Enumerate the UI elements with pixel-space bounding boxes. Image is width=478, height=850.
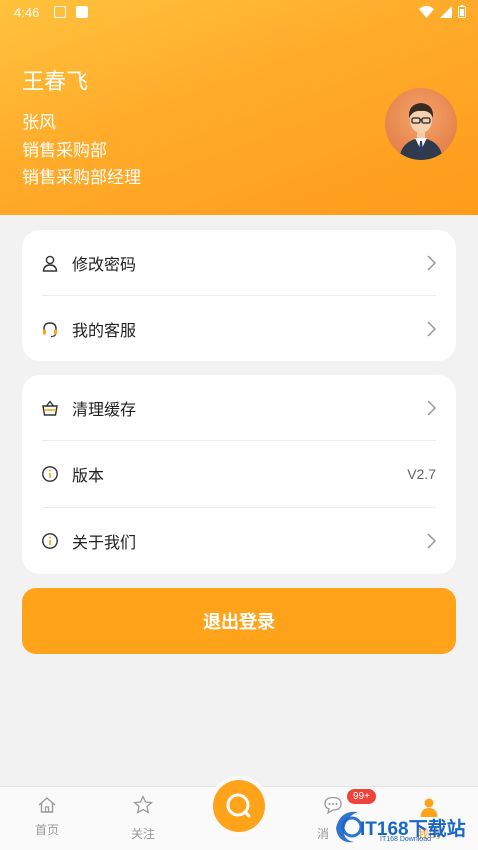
headset-icon [40,319,60,339]
profile-name: 王春飞 [22,70,89,95]
version-value: V2.7 [407,466,436,482]
menu-item-label: 关于我们 [72,533,137,552]
tab-home[interactable]: 首页 [12,787,82,850]
tab-follow[interactable]: 关注 [108,787,178,850]
menu-item-about-us[interactable]: 关于我们 [22,508,456,574]
avatar[interactable] [385,88,457,160]
menu-item-clear-cache[interactable]: 清理缓存 [22,375,456,441]
basket-icon [40,398,60,418]
search-icon [226,793,251,818]
status-bar: 4:46 [0,0,478,26]
businessman-avatar-icon [399,103,443,160]
profile-department: 销售采购部 [22,141,107,161]
person-icon [40,253,60,273]
tab-label: 关注 [130,827,155,841]
chevron-right-icon [427,321,437,337]
logout-button[interactable]: 退出登录 [22,588,456,654]
info-icon [40,464,60,484]
status-right [419,5,466,18]
menu-item-label: 修改密码 [72,255,137,274]
chevron-right-icon [427,255,437,271]
menu-item-version[interactable]: 版本 V2.7 [22,441,456,507]
watermark: IT168下载站 IT168 Download [332,800,478,850]
home-icon [38,797,56,813]
menu-item-change-password[interactable]: 修改密码 [22,230,456,296]
chevron-right-icon [427,533,437,549]
menu-item-label: 版本 [72,466,105,485]
wifi-icon [419,5,434,18]
info-icon [40,531,60,551]
gallery-icon [54,6,66,18]
settings-menu-card: 清理缓存 版本 V2.7 关于我们 [22,375,456,574]
center-search-button[interactable] [213,780,265,832]
signal-icon [440,5,452,18]
menu-item-label: 清理缓存 [72,400,137,419]
profile-user: 张风 [22,113,56,133]
menu-item-customer-service[interactable]: 我的客服 [22,296,456,362]
battery-icon [458,5,466,18]
profile-title: 销售采购部经理 [22,168,141,188]
menu-item-label: 我的客服 [72,321,137,340]
account-menu-card: 修改密码 我的客服 [22,230,456,361]
app-notification-icon [76,6,88,18]
chevron-right-icon [427,400,437,416]
status-time: 4:46 [14,5,40,20]
star-icon [133,795,153,814]
profile-header: 4:46 王春飞 张风 销售采购部 销售采购部经理 [0,0,478,215]
watermark-subtext: IT168 Download [380,836,431,843]
tab-label: 首页 [34,823,59,837]
